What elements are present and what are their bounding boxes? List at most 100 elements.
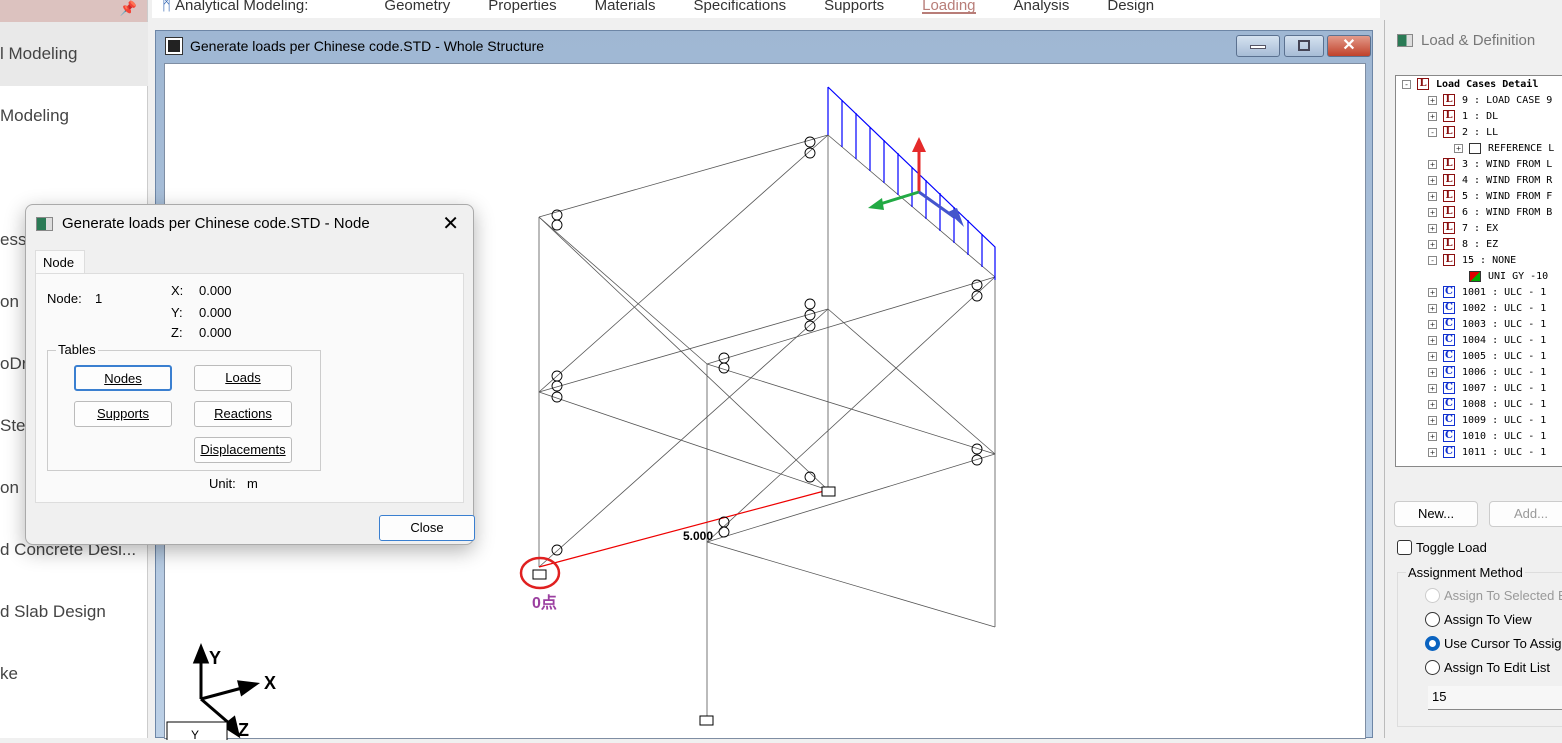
new-button[interactable]: New... xyxy=(1394,501,1478,527)
tree-item[interactable]: + C 1006 : ULC - 1 xyxy=(1396,364,1562,380)
tab-analysis[interactable]: Analysis xyxy=(1014,0,1070,18)
supports-button[interactable]: Supports xyxy=(74,401,172,427)
pin-icon[interactable]: 📌 xyxy=(120,0,137,17)
tab-geometry[interactable]: Geometry xyxy=(384,0,450,18)
radio-assign-view[interactable]: Assign To View xyxy=(1425,612,1532,627)
tree-item[interactable]: + C 1004 : ULC - 1 xyxy=(1396,332,1562,348)
tree-item[interactable]: + L 9 : LOAD CASE 9 xyxy=(1396,92,1562,108)
tab-specifications[interactable]: Specifications xyxy=(694,0,787,18)
combination-icon: C xyxy=(1443,446,1455,458)
radio-edit-list[interactable]: Assign To Edit List xyxy=(1425,660,1550,675)
expand-icon[interactable]: + xyxy=(1428,223,1437,233)
expand-icon[interactable]: + xyxy=(1428,415,1437,425)
load-case-input[interactable]: 15 xyxy=(1428,686,1562,710)
tree-item[interactable]: + C 1007 : ULC - 1 xyxy=(1396,380,1562,396)
tree-item[interactable]: + C 1010 : ULC - 1 xyxy=(1396,428,1562,444)
tree-item[interactable]: + L 8 : EZ xyxy=(1396,236,1562,252)
tree-item[interactable]: + L 4 : WIND FROM R xyxy=(1396,172,1562,188)
tree-item-label: 1004 : ULC - 1 xyxy=(1462,334,1547,346)
tree-item[interactable]: -L 2 : LL xyxy=(1396,124,1562,140)
sidebar-item[interactable]: l Modeling xyxy=(0,22,148,86)
tree-item[interactable]: + C 1001 : ULC - 1 xyxy=(1396,284,1562,300)
expand-icon[interactable]: + xyxy=(1428,159,1437,169)
collapse-icon[interactable]: - xyxy=(1428,127,1437,137)
add-button[interactable]: Add... xyxy=(1489,501,1562,527)
radio-circle[interactable] xyxy=(1425,660,1440,675)
tree-item-label: 1002 : ULC - 1 xyxy=(1462,302,1547,314)
sidebar-item[interactable]: ke xyxy=(0,664,18,684)
tab-loading[interactable]: Loading xyxy=(922,0,976,14)
sidebar-item[interactable]: Modeling xyxy=(0,106,69,126)
tab-materials[interactable]: Materials xyxy=(595,0,656,18)
load-case-icon: L xyxy=(1443,222,1455,234)
radio-circle[interactable] xyxy=(1425,588,1440,603)
expand-icon[interactable]: + xyxy=(1428,239,1437,249)
tree-item[interactable]: + REFERENCE L xyxy=(1396,140,1562,156)
support-icons xyxy=(532,486,836,726)
maximize-button[interactable] xyxy=(1284,35,1324,57)
loads-button[interactable]: Loads xyxy=(194,365,292,391)
tree-item[interactable]: + C 1003 : ULC - 1 xyxy=(1396,316,1562,332)
tree-item[interactable]: + C 1009 : ULC - 1 xyxy=(1396,412,1562,428)
radio-circle-selected[interactable] xyxy=(1425,636,1440,651)
tree-item[interactable]: - L Load Cases Detail xyxy=(1396,76,1562,92)
minimize-button[interactable] xyxy=(1236,35,1280,57)
reactions-button[interactable]: Reactions xyxy=(194,401,292,427)
tab-properties[interactable]: Properties xyxy=(488,0,556,18)
expand-icon[interactable]: + xyxy=(1428,111,1437,121)
displacements-button[interactable]: Displacements xyxy=(194,437,292,463)
tree-item[interactable]: + C 1005 : ULC - 1 xyxy=(1396,348,1562,364)
tree-item[interactable]: + C 1002 : ULC - 1 xyxy=(1396,300,1562,316)
load-definition-panel: Load & Definition - L Load Cases Detail + L 9… xyxy=(1384,20,1562,738)
expand-icon[interactable]: + xyxy=(1428,335,1437,345)
tab-node[interactable]: Node xyxy=(35,250,85,274)
expand-icon[interactable]: + xyxy=(1428,399,1437,409)
expand-icon[interactable]: + xyxy=(1428,191,1437,201)
tree-item[interactable]: + L 3 : WIND FROM L xyxy=(1396,156,1562,172)
tree-item[interactable]: + C 1008 : ULC - 1 xyxy=(1396,396,1562,412)
collapse-icon[interactable]: - xyxy=(1428,255,1437,265)
expand-icon[interactable]: + xyxy=(1428,207,1437,217)
expand-icon[interactable]: + xyxy=(1428,383,1437,393)
toggle-load-checkbox[interactable]: Toggle Load xyxy=(1397,540,1487,555)
close-icon[interactable]: ✕ xyxy=(442,211,459,236)
close-button[interactable]: Close xyxy=(379,515,475,541)
expand-icon[interactable]: + xyxy=(1428,303,1437,313)
tab-supports[interactable]: Supports xyxy=(824,0,884,18)
tree-item[interactable]: + L 6 : WIND FROM B xyxy=(1396,204,1562,220)
tab-design[interactable]: Design xyxy=(1107,0,1154,18)
expand-icon[interactable]: + xyxy=(1428,351,1437,361)
load-cases-tree[interactable]: - L Load Cases Detail + L 9 : LOAD CASE 9 + L 1 … xyxy=(1395,75,1562,467)
members xyxy=(538,134,996,717)
radio-use-cursor[interactable]: Use Cursor To Assign xyxy=(1425,636,1562,651)
expand-icon[interactable]: + xyxy=(1428,95,1437,105)
tree-item[interactable]: + L 5 : WIND FROM F xyxy=(1396,188,1562,204)
close-window-button[interactable]: ✕ xyxy=(1327,35,1371,57)
y-label: Y: xyxy=(171,305,183,320)
label: Assign To Selected B xyxy=(1444,588,1562,603)
expand-icon[interactable]: + xyxy=(1428,431,1437,441)
sidebar-item[interactable]: oDr xyxy=(0,354,27,374)
expand-icon[interactable]: + xyxy=(1454,143,1463,153)
expand-icon[interactable]: + xyxy=(1428,287,1437,297)
radio-circle[interactable] xyxy=(1425,612,1440,627)
checkbox-box[interactable] xyxy=(1397,540,1412,555)
expand-icon[interactable]: + xyxy=(1428,175,1437,185)
tree-item[interactable]: + L 7 : EX xyxy=(1396,220,1562,236)
tree-item[interactable]: - L 15 : NONE xyxy=(1396,252,1562,268)
collapse-icon[interactable]: - xyxy=(1402,79,1411,89)
expand-icon[interactable]: + xyxy=(1428,367,1437,377)
tree-item[interactable]: + L 1 : DL xyxy=(1396,108,1562,124)
load-case-icon: L xyxy=(1417,78,1429,90)
radio-assign-selected[interactable]: Assign To Selected B xyxy=(1425,588,1562,603)
y-axis-label: Y xyxy=(209,648,221,668)
view-label: Y xyxy=(191,728,199,740)
expand-icon[interactable]: + xyxy=(1428,447,1437,457)
sidebar-item[interactable]: d Slab Design xyxy=(0,602,106,622)
tree-item[interactable]: UNI GY -10 xyxy=(1396,268,1562,284)
combination-icon: C xyxy=(1443,430,1455,442)
nodes-button[interactable]: Nodes xyxy=(74,365,172,391)
unit-value: m xyxy=(247,476,258,491)
tree-item[interactable]: + C 1011 : ULC - 1 xyxy=(1396,444,1562,460)
expand-icon[interactable]: + xyxy=(1428,319,1437,329)
